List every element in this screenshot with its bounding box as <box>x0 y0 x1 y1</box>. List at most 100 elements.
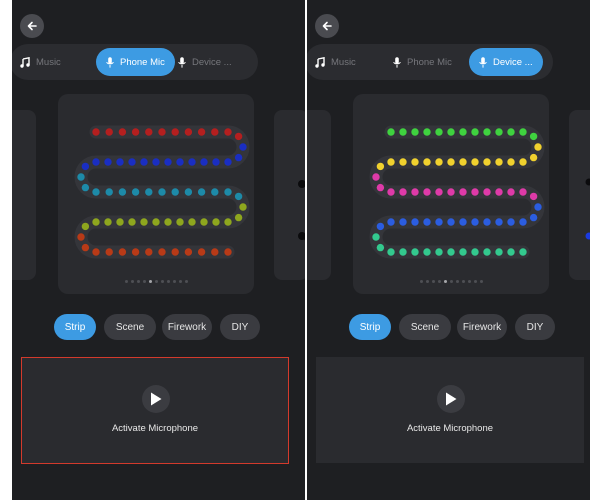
led-dot <box>459 158 467 166</box>
led-dot <box>158 188 166 196</box>
page-dot <box>419 280 423 283</box>
tab-label: Phone Mic <box>120 56 165 68</box>
activate-microphone-card[interactable]: Activate Microphone <box>316 357 584 463</box>
led-dot <box>184 128 193 136</box>
led-dot <box>483 188 491 196</box>
mode-scene-button[interactable]: Scene <box>104 314 156 340</box>
led-dot <box>131 128 140 136</box>
mode-diy-button[interactable]: DIY <box>515 314 555 340</box>
page-dot <box>142 280 146 283</box>
led-dot <box>529 132 538 141</box>
led-dot <box>118 128 127 136</box>
play-icon <box>446 392 457 406</box>
led-dot <box>399 188 407 196</box>
led-dot <box>376 243 385 252</box>
mode-firework-button[interactable]: Firework <box>457 314 507 340</box>
led-dot <box>507 218 515 226</box>
page-dot <box>124 280 128 283</box>
led-dot <box>152 158 160 166</box>
back-button[interactable] <box>315 14 339 38</box>
led-dot <box>164 158 172 166</box>
led-dot <box>519 128 527 136</box>
led-dot <box>128 158 136 166</box>
led-dot <box>529 213 538 222</box>
led-dot <box>423 188 431 196</box>
microphone-icon <box>106 56 114 68</box>
tab-music[interactable]: Music <box>315 48 356 76</box>
tab-phone-mic[interactable]: Phone Mic <box>96 48 175 76</box>
led-dot <box>128 218 136 226</box>
led-dot <box>171 128 179 136</box>
previous-effect-card[interactable] <box>307 110 331 280</box>
led-dot <box>376 222 385 231</box>
led-strip-preview <box>369 125 545 259</box>
led-dot <box>519 248 527 256</box>
play-button[interactable] <box>437 385 465 413</box>
led-dot <box>140 158 148 166</box>
effect-preview-card[interactable] <box>353 94 549 294</box>
tab-phone-mic[interactable]: Phone Mic <box>393 48 452 76</box>
led-dot <box>104 158 112 166</box>
led-dot <box>145 188 153 196</box>
preview-fragment <box>307 110 331 280</box>
page-dot <box>473 280 477 283</box>
led-dot <box>372 173 380 181</box>
led-dot <box>411 128 419 136</box>
led-dot <box>471 188 479 196</box>
led-dot <box>92 188 100 196</box>
page-dot <box>130 280 134 283</box>
led-dot <box>176 158 184 166</box>
microphone-icon <box>479 56 487 68</box>
source-tabs: Music Phone Mic Device ... <box>307 44 553 80</box>
led-dot <box>188 218 196 226</box>
led-dot <box>234 153 243 162</box>
led-dot <box>411 248 419 256</box>
page-dot <box>431 280 435 283</box>
previous-effect-card[interactable] <box>12 110 36 280</box>
led-dot <box>399 248 407 256</box>
tab-label: Device ... <box>493 56 533 68</box>
mode-strip-button[interactable]: Strip <box>54 314 96 340</box>
activate-microphone-label: Activate Microphone <box>406 423 494 434</box>
page-dot <box>166 280 170 283</box>
led-dot <box>105 128 113 136</box>
next-effect-card[interactable] <box>274 110 305 280</box>
led-dot <box>164 218 172 226</box>
left-screen: Music Phone Mic Device ... Strip Scene F… <box>12 0 305 500</box>
page-dot <box>467 280 471 283</box>
led-dot <box>200 218 208 226</box>
preview-fragment <box>585 178 590 240</box>
led-dot <box>529 153 538 162</box>
led-dot <box>519 188 527 196</box>
led-dot <box>507 158 515 166</box>
led-dot <box>495 248 503 256</box>
led-dot <box>435 188 443 196</box>
led-dot <box>152 218 160 226</box>
page-dot <box>160 280 164 283</box>
led-dot <box>447 218 455 226</box>
led-dot <box>145 128 153 136</box>
page-dot <box>154 280 158 283</box>
led-dot <box>118 188 127 196</box>
led-dot <box>411 218 419 226</box>
tab-device[interactable]: Device ... <box>178 48 232 76</box>
led-dot <box>188 158 196 166</box>
led-dot <box>507 248 515 256</box>
mode-scene-button[interactable]: Scene <box>399 314 451 340</box>
led-dot <box>483 218 491 226</box>
right-screen: Music Phone Mic Device ... Strip Scene F… <box>307 0 590 500</box>
mode-firework-button[interactable]: Firework <box>162 314 212 340</box>
led-dot <box>92 128 100 136</box>
page-indicator <box>58 280 254 283</box>
tab-device[interactable]: Device ... <box>469 48 543 76</box>
effect-preview-card[interactable] <box>58 94 254 294</box>
mode-selector: Strip Scene Firework DIY <box>12 314 305 340</box>
led-dot <box>519 218 527 226</box>
led-dot <box>158 128 166 136</box>
next-effect-card[interactable] <box>569 110 590 280</box>
led-dot <box>376 183 385 192</box>
back-button[interactable] <box>20 14 44 38</box>
tab-music[interactable]: Music <box>20 48 61 76</box>
mode-strip-button[interactable]: Strip <box>349 314 391 340</box>
mode-diy-button[interactable]: DIY <box>220 314 260 340</box>
